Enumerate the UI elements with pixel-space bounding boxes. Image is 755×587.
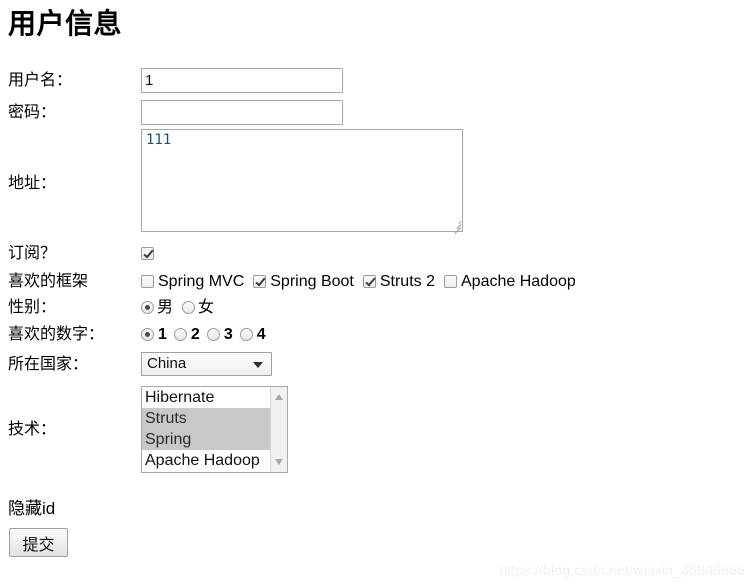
technology-scrollbar[interactable] — [270, 386, 287, 472]
chevron-down-icon — [253, 362, 263, 368]
hidden-id-label: 隐藏id — [8, 499, 56, 518]
scroll-down-icon[interactable] — [275, 458, 283, 465]
submit-button[interactable]: 提交 — [9, 528, 68, 557]
gender-option-male[interactable]: 男 — [141, 299, 182, 316]
technology-label: 技术： — [8, 420, 57, 438]
gender-radio-female[interactable] — [182, 301, 196, 314]
number-label-4: 4 — [256, 325, 266, 343]
technology-option-apache-hadoop[interactable]: Apache Hadoop — [142, 450, 270, 471]
framework-option-spring-boot[interactable]: Spring Boot — [253, 273, 361, 290]
address-textarea-wrapper: 111 — [141, 129, 463, 235]
form-row-frameworks: 喜欢的框架 Spring MVC Spring Boot Struts 2 Apach… — [8, 268, 585, 295]
gender-label: 性别： — [8, 299, 57, 316]
number-label-2: 2 — [190, 325, 200, 343]
watermark: https://blog.csdn.net/weixin_45808666 — [499, 562, 745, 578]
form-row-subscribe: 订阅？ — [8, 238, 585, 268]
number-label-3: 3 — [223, 325, 233, 343]
subscribe-label: 订阅？ — [8, 244, 57, 262]
framework-label-spring-mvc: Spring MVC — [158, 273, 245, 290]
form-row-gender: 性别： 男 女 — [8, 295, 585, 320]
number-option-1[interactable]: 1 — [141, 326, 174, 343]
framework-label-struts-2: Struts 2 — [379, 273, 435, 290]
gender-label-female: 女 — [198, 299, 215, 316]
country-selected-value: China — [147, 355, 187, 372]
framework-option-apache-hadoop[interactable]: Apache Hadoop — [444, 273, 583, 290]
form-row-address: 地址： 111 — [8, 128, 585, 238]
form-row-favorite-number: 喜欢的数字： 1 2 3 4 — [8, 320, 585, 348]
username-label: 用户名： — [8, 71, 73, 89]
framework-checkbox-apache-hadoop[interactable] — [444, 275, 457, 288]
framework-checkbox-spring-mvc[interactable] — [141, 275, 154, 288]
number-radio-1[interactable] — [141, 327, 154, 341]
form-row-password: 密码： — [8, 96, 585, 128]
gender-option-female[interactable]: 女 — [182, 299, 223, 316]
framework-checkbox-spring-boot[interactable] — [253, 275, 267, 288]
favorite-number-label: 喜欢的数字： — [8, 325, 105, 343]
country-select[interactable]: China — [141, 352, 272, 376]
page-title: 用户信息 — [8, 8, 123, 39]
number-radio-2[interactable] — [173, 327, 187, 341]
framework-label-apache-hadoop: Apache Hadoop — [461, 273, 576, 290]
form-row-username: 用户名： — [8, 64, 585, 96]
form-row-country: 所在国家： China — [8, 348, 585, 380]
technology-option-hibernate[interactable]: Hibernate — [142, 387, 270, 408]
gender-radio-male[interactable] — [141, 301, 154, 314]
number-option-3[interactable]: 3 — [206, 325, 240, 343]
technology-listbox[interactable]: Hibernate Struts Spring Apache Hadoop — [141, 385, 288, 473]
technology-option-struts[interactable]: Struts — [142, 407, 270, 429]
framework-option-spring-mvc[interactable]: Spring MVC — [141, 273, 251, 290]
form-row-technology: 技术： Hibernate Struts Spring Apache Hadoo… — [8, 380, 585, 478]
gender-label-male: 男 — [157, 299, 174, 316]
framework-checkbox-struts-2[interactable] — [362, 275, 376, 288]
number-label-1: 1 — [158, 325, 167, 343]
username-input[interactable] — [141, 67, 343, 93]
address-label: 地址： — [8, 174, 57, 192]
scroll-up-icon[interactable] — [275, 393, 283, 400]
subscribe-checkbox[interactable] — [141, 246, 154, 260]
number-option-2[interactable]: 2 — [173, 325, 207, 343]
address-textarea[interactable]: 111 — [141, 129, 463, 232]
country-label: 所在国家： — [8, 355, 89, 373]
technology-option-spring[interactable]: Spring — [142, 428, 270, 450]
frameworks-label: 喜欢的框架 — [8, 273, 89, 290]
number-radio-4[interactable] — [239, 327, 253, 341]
framework-option-struts-2[interactable]: Struts 2 — [362, 273, 442, 290]
number-radio-3[interactable] — [206, 327, 220, 341]
user-info-form: 用户名： 密码： 地址： 111 订阅？ 喜欢的框架 Spring MVC Spr… — [8, 64, 585, 478]
password-input[interactable] — [141, 99, 343, 125]
password-label: 密码： — [8, 103, 57, 121]
number-option-4[interactable]: 4 — [239, 325, 273, 343]
framework-label-spring-boot: Spring Boot — [270, 273, 354, 290]
